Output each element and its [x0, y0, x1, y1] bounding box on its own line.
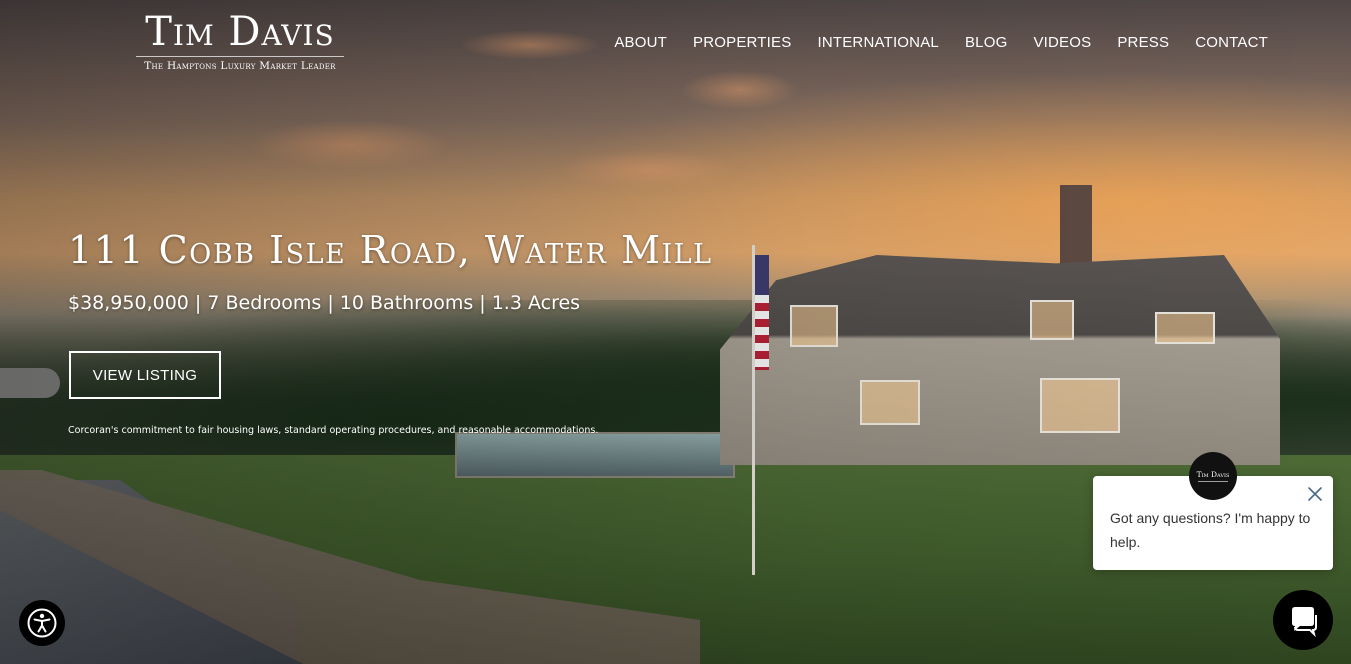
view-listing-button[interactable]: VIEW LISTING — [69, 351, 221, 399]
chat-close-button[interactable] — [1307, 486, 1323, 502]
close-icon — [1308, 487, 1322, 501]
chat-bubble-icon — [1292, 607, 1317, 637]
nav-blog[interactable]: BLOG — [965, 34, 1007, 51]
chat-launcher-button[interactable] — [1273, 590, 1333, 650]
site-logo[interactable]: Tim Davis The Hamptons Luxury Market Lea… — [118, 10, 362, 72]
logo-name: Tim Davis — [145, 9, 335, 55]
chat-avatar: Tim Davis — [1189, 452, 1237, 500]
fair-housing-disclaimer: Corcoran's commitment to fair housing la… — [68, 425, 598, 436]
nav-about[interactable]: ABOUT — [614, 34, 667, 51]
accessibility-icon — [27, 608, 57, 638]
reasonable-accommodations-link[interactable]: reasonable accommodations — [458, 425, 595, 436]
nav-properties[interactable]: PROPERTIES — [693, 34, 791, 51]
chat-message: Got any questions? I'm happy to help. — [1110, 510, 1311, 550]
chat-popup: Tim Davis Got any questions? I'm happy t… — [1093, 452, 1333, 570]
logo-tagline: The Hamptons Luxury Market Leader — [144, 60, 336, 72]
listing-title: 111 Cobb Isle Road, Water Mill — [68, 228, 713, 272]
nav-international[interactable]: INTERNATIONAL — [817, 34, 939, 51]
nav-videos[interactable]: VIDEOS — [1033, 34, 1091, 51]
disclaimer-prefix: Corcoran's commitment to — [68, 425, 198, 436]
logo-divider — [136, 56, 344, 57]
chat-avatar-text: Tim Davis — [1196, 470, 1230, 479]
listing-details: $38,950,000 | 7 Bedrooms | 10 Bathrooms … — [68, 292, 581, 314]
main-nav: ABOUT PROPERTIES INTERNATIONAL BLOG VIDE… — [614, 34, 1268, 51]
standard-operating-procedures-link[interactable]: standard operating procedures — [284, 425, 431, 436]
accessibility-button[interactable] — [19, 600, 65, 646]
nav-press[interactable]: PRESS — [1117, 34, 1169, 51]
nav-contact[interactable]: CONTACT — [1195, 34, 1268, 51]
fair-housing-laws-link[interactable]: fair housing laws — [198, 425, 278, 436]
disclaimer-separator: , and — [431, 425, 459, 436]
disclaimer-suffix: . — [595, 425, 599, 436]
chat-avatar-divider — [1198, 481, 1228, 482]
